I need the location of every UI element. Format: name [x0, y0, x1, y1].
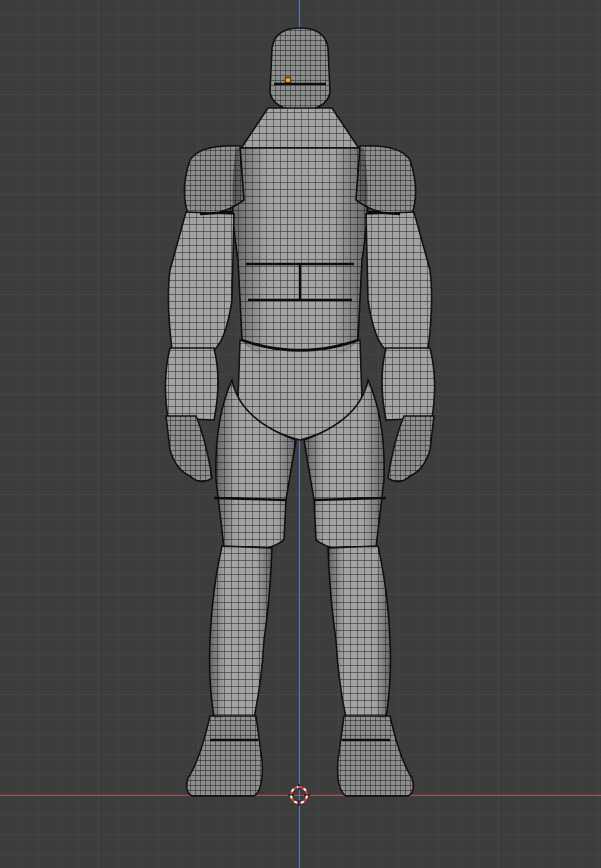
3d-viewport[interactable]	[0, 0, 601, 868]
mesh-body	[164, 27, 436, 797]
humanoid-mesh[interactable]	[0, 0, 601, 868]
object-origin-dot	[284, 76, 292, 84]
3d-cursor-icon[interactable]	[288, 784, 310, 806]
